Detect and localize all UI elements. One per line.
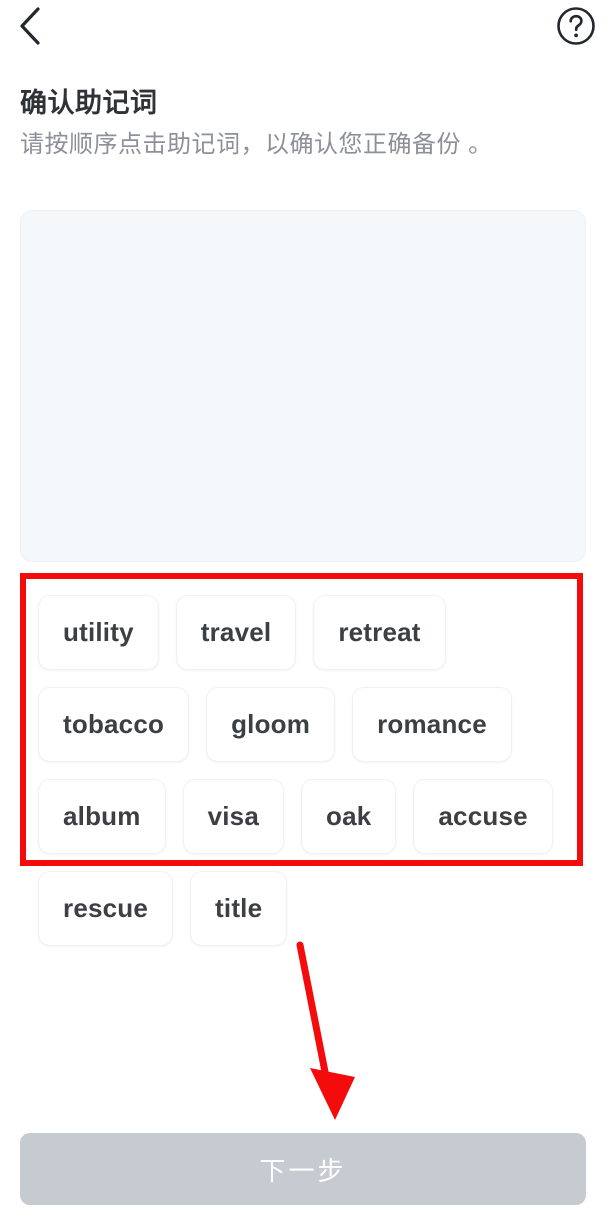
word-chip[interactable]: oak [300,779,397,854]
word-chip[interactable]: visa [182,779,284,854]
word-chip[interactable]: retreat [313,595,446,670]
word-chip[interactable]: romance [352,687,512,762]
selected-words-panel[interactable] [20,210,586,562]
page-title: 确认助记词 [20,88,158,118]
chevron-left-icon [17,6,43,51]
word-bank-panel: utility travel retreat tobacco gloom romance a… [20,573,583,946]
help-button[interactable] [552,4,600,52]
word-chip[interactable]: album [38,779,166,854]
heading-block: 确认助记词 请按顺序点击助记词，以确认您正确备份 。 [20,86,590,162]
word-chip[interactable]: gloom [206,687,336,762]
back-button[interactable] [4,2,56,54]
word-chip[interactable]: travel [175,595,297,670]
page-subtitle: 请按顺序点击助记词，以确认您正确备份 。 [20,131,493,158]
help-circle-icon [555,5,597,52]
word-chip[interactable]: utility [38,595,159,670]
word-bank-list: utility travel retreat tobacco gloom romance a… [20,573,595,946]
next-step-button[interactable]: 下一步 [20,1133,586,1205]
word-chip[interactable]: tobacco [38,687,190,762]
word-chip[interactable]: title [190,871,288,946]
selected-words-list [21,211,585,247]
word-chip[interactable]: accuse [413,779,553,854]
top-navigation-bar [0,0,610,62]
word-chip[interactable]: rescue [38,871,174,946]
annotation-arrow [260,935,400,1130]
